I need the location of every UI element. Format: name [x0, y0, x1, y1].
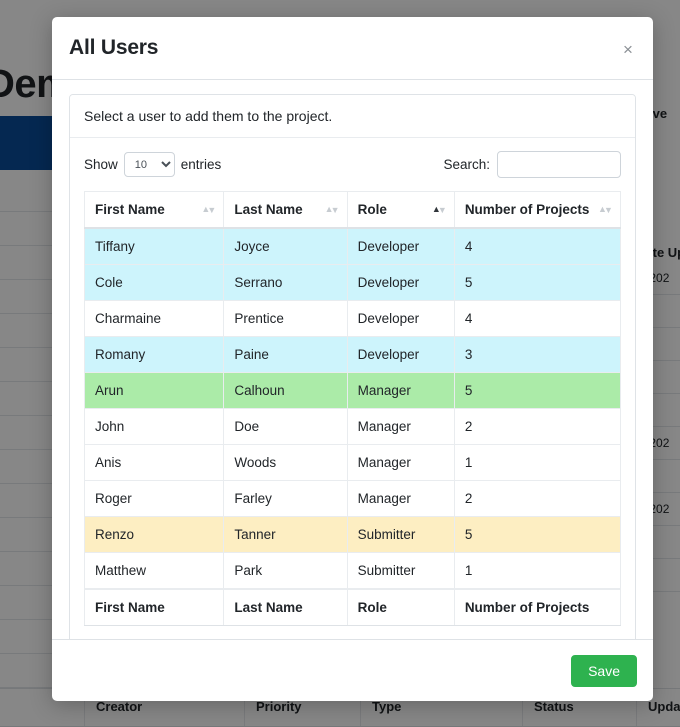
- cell-first-name: Anis: [85, 445, 224, 481]
- cell-last-name: Woods: [224, 445, 347, 481]
- cell-last-name: Doe: [224, 409, 347, 445]
- table-row[interactable]: CharmainePrenticeDeveloper4: [85, 301, 621, 337]
- card-header-instruction: Select a user to add them to the project…: [70, 95, 635, 138]
- card-body: Show 102550100 entries Search:: [70, 138, 635, 639]
- table-row[interactable]: ColeSerranoDeveloper5: [85, 265, 621, 301]
- sort-indicator-icon: ▲▼: [598, 204, 612, 216]
- cell-number-of-projects: 5: [454, 373, 620, 409]
- table-footer-row: First Name Last Name Role Number of Proj…: [85, 589, 621, 626]
- modal-footer: Save: [52, 639, 653, 701]
- footer-first-name: First Name: [85, 589, 224, 626]
- table-row[interactable]: MatthewParkSubmitter1: [85, 553, 621, 590]
- search-input[interactable]: [497, 151, 621, 178]
- cell-first-name: Arun: [85, 373, 224, 409]
- users-card: Select a user to add them to the project…: [69, 94, 636, 639]
- length-control: Show 102550100 entries: [84, 152, 221, 177]
- sort-indicator-icon: ▲▼: [325, 204, 339, 216]
- cell-role: Developer: [347, 337, 454, 373]
- footer-number-of-projects: Number of Projects: [454, 589, 620, 626]
- cell-number-of-projects: 1: [454, 445, 620, 481]
- column-header-label: Number of Projects: [465, 202, 590, 217]
- cell-last-name: Calhoun: [224, 373, 347, 409]
- column-header-label: First Name: [95, 202, 165, 217]
- table-row[interactable]: ArunCalhounManager5: [85, 373, 621, 409]
- cell-role: Submitter: [347, 553, 454, 590]
- cell-role: Submitter: [347, 517, 454, 553]
- save-button[interactable]: Save: [571, 655, 637, 687]
- cell-last-name: Joyce: [224, 228, 347, 265]
- column-header-last-name[interactable]: Last Name ▲▼: [224, 192, 347, 229]
- cell-number-of-projects: 1: [454, 553, 620, 590]
- cell-first-name: Renzo: [85, 517, 224, 553]
- table-head: First Name ▲▼ Last Name ▲▼ Role ▲▼: [85, 192, 621, 229]
- cell-first-name: John: [85, 409, 224, 445]
- cell-role: Developer: [347, 228, 454, 265]
- modal-header: All Users ×: [52, 17, 653, 80]
- table-row[interactable]: AnisWoodsManager1: [85, 445, 621, 481]
- cell-number-of-projects: 5: [454, 517, 620, 553]
- column-header-number-of-projects[interactable]: Number of Projects ▲▼: [454, 192, 620, 229]
- cell-first-name: Charmaine: [85, 301, 224, 337]
- cell-role: Manager: [347, 445, 454, 481]
- search-label: Search:: [443, 157, 490, 172]
- length-label-after: entries: [181, 157, 222, 172]
- search-control: Search:: [443, 151, 621, 178]
- close-icon[interactable]: ×: [619, 41, 637, 59]
- cell-first-name: Cole: [85, 265, 224, 301]
- cell-last-name: Farley: [224, 481, 347, 517]
- footer-role: Role: [347, 589, 454, 626]
- table-row[interactable]: JohnDoeManager2: [85, 409, 621, 445]
- column-header-label: Role: [358, 202, 387, 217]
- column-header-role[interactable]: Role ▲▼: [347, 192, 454, 229]
- column-header-first-name[interactable]: First Name ▲▼: [85, 192, 224, 229]
- users-table: First Name ▲▼ Last Name ▲▼ Role ▲▼: [84, 191, 621, 626]
- cell-first-name: Roger: [85, 481, 224, 517]
- length-label-before: Show: [84, 157, 118, 172]
- cell-first-name: Romany: [85, 337, 224, 373]
- modal-body: Select a user to add them to the project…: [52, 80, 653, 639]
- sort-indicator-ascending-icon: ▲▼: [432, 204, 446, 216]
- page-title: All Users: [69, 36, 158, 60]
- cell-first-name: Matthew: [85, 553, 224, 590]
- cell-role: Manager: [347, 481, 454, 517]
- cell-role: Manager: [347, 373, 454, 409]
- all-users-modal: All Users × Select a user to add them to…: [52, 17, 653, 701]
- cell-role: Manager: [347, 409, 454, 445]
- cell-number-of-projects: 4: [454, 228, 620, 265]
- cell-number-of-projects: 4: [454, 301, 620, 337]
- entries-per-page-select[interactable]: 102550100: [124, 152, 175, 177]
- cell-role: Developer: [347, 301, 454, 337]
- cell-last-name: Tanner: [224, 517, 347, 553]
- table-foot: First Name Last Name Role Number of Proj…: [85, 589, 621, 626]
- table-row[interactable]: RenzoTannerSubmitter5: [85, 517, 621, 553]
- cell-number-of-projects: 5: [454, 265, 620, 301]
- cell-role: Developer: [347, 265, 454, 301]
- cell-number-of-projects: 2: [454, 481, 620, 517]
- cell-number-of-projects: 2: [454, 409, 620, 445]
- table-body: TiffanyJoyceDeveloper4ColeSerranoDevelop…: [85, 228, 621, 589]
- cell-last-name: Prentice: [224, 301, 347, 337]
- cell-last-name: Serrano: [224, 265, 347, 301]
- cell-last-name: Park: [224, 553, 347, 590]
- column-header-label: Last Name: [234, 202, 302, 217]
- table-header-row: First Name ▲▼ Last Name ▲▼ Role ▲▼: [85, 192, 621, 229]
- table-row[interactable]: RogerFarleyManager2: [85, 481, 621, 517]
- footer-last-name: Last Name: [224, 589, 347, 626]
- table-row[interactable]: RomanyPaineDeveloper3: [85, 337, 621, 373]
- cell-number-of-projects: 3: [454, 337, 620, 373]
- cell-last-name: Paine: [224, 337, 347, 373]
- sort-indicator-icon: ▲▼: [201, 204, 215, 216]
- datatable-controls: Show 102550100 entries Search:: [84, 151, 621, 178]
- table-row[interactable]: TiffanyJoyceDeveloper4: [85, 228, 621, 265]
- cell-first-name: Tiffany: [85, 228, 224, 265]
